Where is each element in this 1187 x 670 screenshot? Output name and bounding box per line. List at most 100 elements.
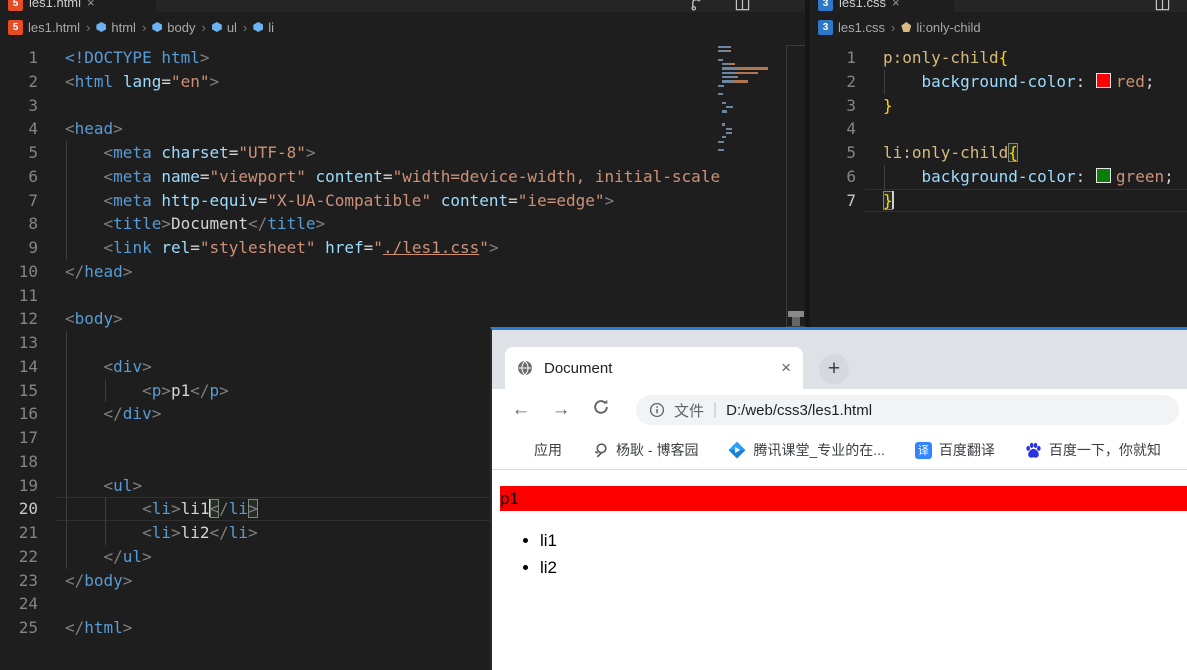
bookmark-baidu-translate[interactable]: 译 百度翻译 [914,440,995,460]
tab-label: les1.html [29,0,82,10]
code-token: content [440,190,509,210]
breadcrumb-file[interactable]: les1.css [838,20,885,35]
code-line-6[interactable]: 6 <meta name="viewport" content="width=d… [0,164,805,189]
code-line-2[interactable]: 2 <html lang="en"> [0,70,805,94]
code-token: > [170,499,181,519]
code-line-8[interactable]: 8 <title>Document</title> [0,212,805,236]
forward-button[interactable]: → [548,399,574,421]
tab-close-icon[interactable]: × [892,0,900,10]
line-number: 24 [18,594,38,614]
editor-scrollbar[interactable] [786,45,805,327]
code-line-5[interactable]: 5 <meta charset="UTF-8"> [0,141,805,165]
code-token: ; [1164,166,1174,186]
line-number: 25 [18,618,38,637]
code-line-5[interactable]: 5 li:only-child{ [810,141,1187,165]
code-line-7[interactable]: 7 <meta http-equiv="X-UA-Compatible" con… [0,188,805,213]
chevron-right-icon: › [86,19,91,35]
back-button[interactable]: ← [508,399,534,421]
code-token: < [142,380,152,400]
line-number: 6 [846,166,856,186]
open-changes-icon[interactable] [690,0,705,12]
code-line-2[interactable]: 2 background-color: red; [810,69,1187,94]
code-line-3[interactable]: 3 [0,94,805,118]
minimap[interactable] [718,46,786,153]
code-line-10[interactable]: 10 </head> [0,260,805,284]
code-line-1[interactable]: 1 <!DOCTYPE html> [0,46,805,70]
split-editor-icon[interactable] [735,0,750,12]
code-token: red [1115,71,1145,91]
browser-tab-document[interactable]: Document × [505,347,803,389]
code-token: </ [190,380,210,400]
code-line-4[interactable]: 4 <head> [0,117,805,141]
split-editor-icon[interactable] [1155,0,1170,12]
breadcrumb-li[interactable]: li [268,20,274,35]
tab-les1-css[interactable]: 3 les1.css × [810,0,954,12]
code-token: background-color [921,71,1076,91]
browser-tab-title: Document [544,359,613,377]
code-line-6[interactable]: 6 background-color: green; [810,164,1187,189]
line-number: 5 [28,143,38,162]
new-tab-button[interactable]: + [819,354,849,384]
address-bar[interactable]: 文件 | D:/web/css3/les1.html [636,395,1179,425]
code-line-9[interactable]: 9 <link rel="stylesheet" href="./les1.cs… [0,236,805,260]
code-token: li [151,499,171,519]
code-line-11[interactable]: 11 [0,284,805,308]
code-token: head [84,261,123,281]
breadcrumb-ul[interactable]: ul [227,20,237,35]
code-token: green [1115,166,1165,186]
code-area-css[interactable]: 1 p:only-child{2 background-color: red; 3}… [810,42,1187,213]
indent-guide [66,331,67,355]
line-number: 7 [846,190,856,210]
bookmark-tencent-classroom[interactable]: 腾讯课堂_专业的在... [728,440,885,460]
info-icon[interactable] [649,402,665,418]
text-cursor [891,190,894,209]
code-line-1[interactable]: 1 p:only-child{ [810,46,1187,70]
code-text: <link rel="stylesheet" href="./les1.css"… [65,236,499,260]
breadcrumb-symbol[interactable]: li:only-child [916,20,980,35]
scrollbar-thumb[interactable] [792,317,800,326]
line-number: 23 [18,570,38,590]
tab-bar-right: 3 les1.css × [810,0,1187,12]
bookmark-baidu[interactable]: 百度一下，你就知 [1025,440,1161,460]
code-line-3[interactable]: 3} [810,94,1187,118]
page-paragraph-p1: p1 [500,486,1187,511]
tab-les1-html[interactable]: 5 les1.html × [0,0,156,12]
code-token: > [142,356,152,376]
code-line-7[interactable]: 7} [810,188,1187,213]
line-number: 3 [846,95,856,115]
breadcrumb-html[interactable]: html [111,20,136,35]
code-token: " [373,238,383,257]
code-token: head [74,119,114,139]
reload-button[interactable] [588,398,614,422]
breadcrumb-file[interactable]: les1.html [28,20,80,35]
line-number: 8 [28,214,38,234]
code-text: background-color: red; [883,70,1155,94]
chevron-right-icon: › [890,19,896,35]
tab-close-icon[interactable]: × [87,0,95,10]
tab-close-icon[interactable]: × [781,358,791,378]
code-token: </ [103,546,123,566]
indent-guide [66,449,67,474]
symbol-cube-icon [152,22,163,32]
code-token: / [219,499,229,519]
code-token: > [604,190,615,210]
html-file-icon: 5 [8,0,23,11]
code-text: <meta http-equiv="X-UA-Compatible" conte… [65,189,615,213]
indent-guide [884,69,885,94]
color-swatch [1095,167,1111,183]
indent-guide [66,426,67,450]
code-token: p [209,380,220,400]
code-line-4[interactable]: 4 [810,117,1187,141]
url-divider: | [713,401,718,418]
code-token: < [142,523,152,542]
bookmark-cnblogs[interactable]: 杨耿 - 博客园 [592,440,698,460]
bookmark-apps[interactable]: 应用 [510,440,562,460]
code-text: background-color: green; [883,165,1174,189]
code-text: <!DOCTYPE html> [65,46,210,70]
breadcrumb-body[interactable]: body [167,20,195,35]
